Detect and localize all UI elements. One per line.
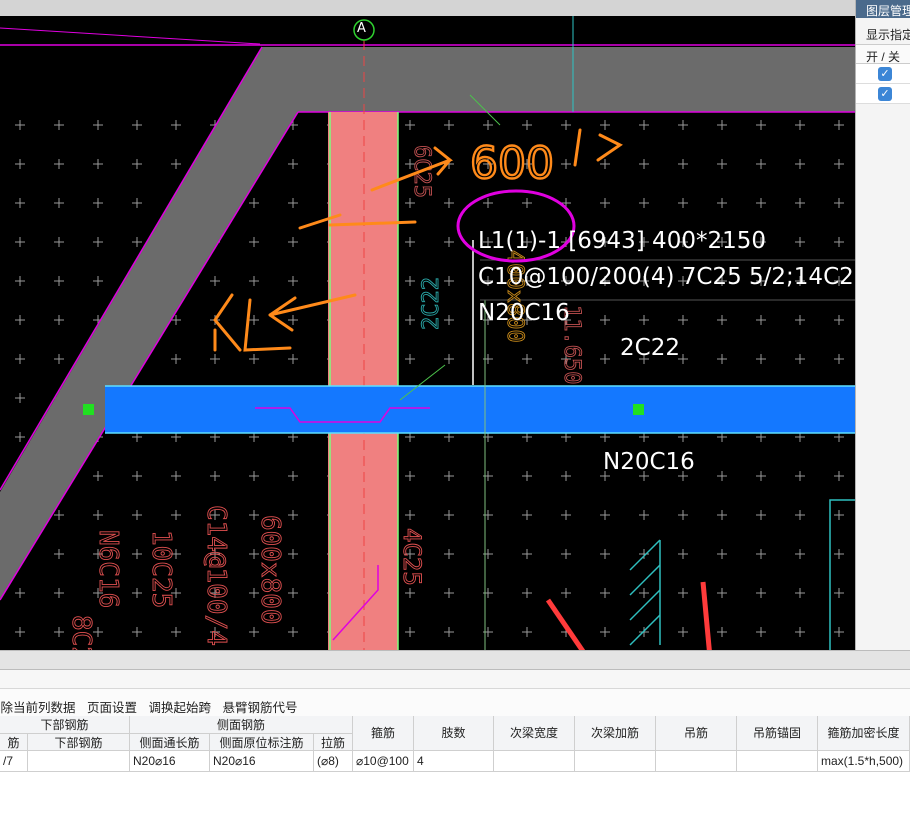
cell-hanger[interactable]: [656, 751, 737, 772]
vtext-4c25: 4C25: [398, 528, 426, 586]
header-bottom-rebar: 下部钢筋: [28, 734, 130, 751]
label-n20c16-lower: N20C16: [603, 449, 695, 475]
vtext-c14: C14@100/4: [201, 505, 231, 646]
panel-splitter[interactable]: [0, 650, 910, 670]
layer-panel: 图层管理 显示指定 开 / 关 ✓ ✓: [855, 0, 910, 650]
layer-row: ✓: [856, 84, 910, 104]
layer-panel-title: 图层管理: [856, 0, 910, 18]
panel-gap: [0, 670, 910, 688]
cell-stirrup-dense-length[interactable]: max(1.5*h,500): [818, 751, 910, 772]
cantilever-code-button[interactable]: 悬臂钢筋代号: [223, 701, 298, 715]
cad-drawing: 6C25 2C22 400x800 11.650 4C25 600x800 C1…: [0, 16, 855, 650]
checkbox-checked-icon[interactable]: ✓: [878, 67, 892, 81]
header-side-original: 侧面原位标注筋: [210, 734, 314, 751]
vtext-8c25: 8C25: [66, 615, 96, 650]
vtext-10c25: 10C25: [146, 530, 176, 608]
page-setup-button[interactable]: 页面设置: [87, 701, 137, 715]
cell-side-original[interactable]: N20⌀16: [210, 751, 314, 772]
table-toolbar: 删除当前列数据 页面设置 调换起始跨 悬臂钢筋代号: [0, 688, 910, 716]
cad-canvas[interactable]: 6C25 2C22 400x800 11.650 4C25 600x800 C1…: [0, 0, 855, 650]
cell-secondary-beam-width[interactable]: [494, 751, 575, 772]
top-ruler: [0, 0, 855, 16]
header-legs: 肢数: [414, 716, 494, 751]
group-header-bottom-rebar: 下部钢筋: [0, 716, 130, 734]
label-2c22: 2C22: [620, 335, 680, 361]
cell-stirrup[interactable]: ⌀10@100: [353, 751, 414, 772]
vtext-n6c16: N6C16: [93, 530, 123, 608]
cell-secondary-beam-extra[interactable]: [575, 751, 656, 772]
swap-start-span-button[interactable]: 调换起始跨: [149, 701, 212, 715]
cell-legs[interactable]: 4: [414, 751, 494, 772]
header-secondary-beam-extra: 次梁加筋: [575, 716, 656, 751]
hand-kl: KL: [210, 322, 222, 332]
beam-blue: [105, 386, 855, 433]
header-hanger: 吊筋: [656, 716, 737, 751]
vtext-600x800: 600x800: [255, 515, 285, 625]
delete-column-data-button[interactable]: 删除当前列数据: [0, 701, 76, 715]
group-header-side-rebar: 侧面钢筋: [130, 716, 353, 734]
cell-bottom-rebar[interactable]: [28, 751, 130, 772]
header-stirrup: 箍筋: [353, 716, 414, 751]
header-tie-bar: 拉筋: [314, 734, 353, 751]
header-side-continuous: 侧面通长筋: [130, 734, 210, 751]
header-stirrup-dense-length: 箍筋加密长度: [818, 716, 910, 751]
cell-hanger-anchor[interactable]: [737, 751, 818, 772]
layer-row: ✓: [856, 64, 910, 84]
beam-label-line3: N20C16: [478, 300, 570, 326]
beam-label-line1: L1(1)-1 [6943] 400*2150: [478, 228, 766, 254]
cell-col0[interactable]: /7: [0, 751, 28, 772]
layer-toggle-header: 开 / 关: [856, 44, 910, 64]
header-hanger-anchor: 吊筋锚固: [737, 716, 818, 751]
hand-600: 600: [470, 138, 554, 189]
vtext-2c22: 2C22: [419, 277, 444, 330]
header-col0: 筋: [0, 734, 28, 751]
checkbox-checked-icon[interactable]: ✓: [878, 87, 892, 101]
cell-tie-bar[interactable]: (⌀8): [314, 751, 353, 772]
layer-panel-subtitle[interactable]: 显示指定: [856, 18, 910, 44]
header-secondary-beam-width: 次梁宽度: [494, 716, 575, 751]
cell-side-continuous[interactable]: N20⌀16: [130, 751, 210, 772]
app-window: 6C25 2C22 400x800 11.650 4C25 600x800 C1…: [0, 0, 910, 815]
rebar-table: 下部钢筋 侧面钢筋 筋 下部钢筋 侧面通长筋 侧面原位标注筋 拉筋 箍筋 肢数 …: [0, 716, 910, 776]
column-red: [328, 112, 398, 650]
beam-label-line2: C10@100/200(4) 7C25 5/2;14C25: [478, 264, 855, 290]
axis-label: A: [357, 21, 366, 36]
